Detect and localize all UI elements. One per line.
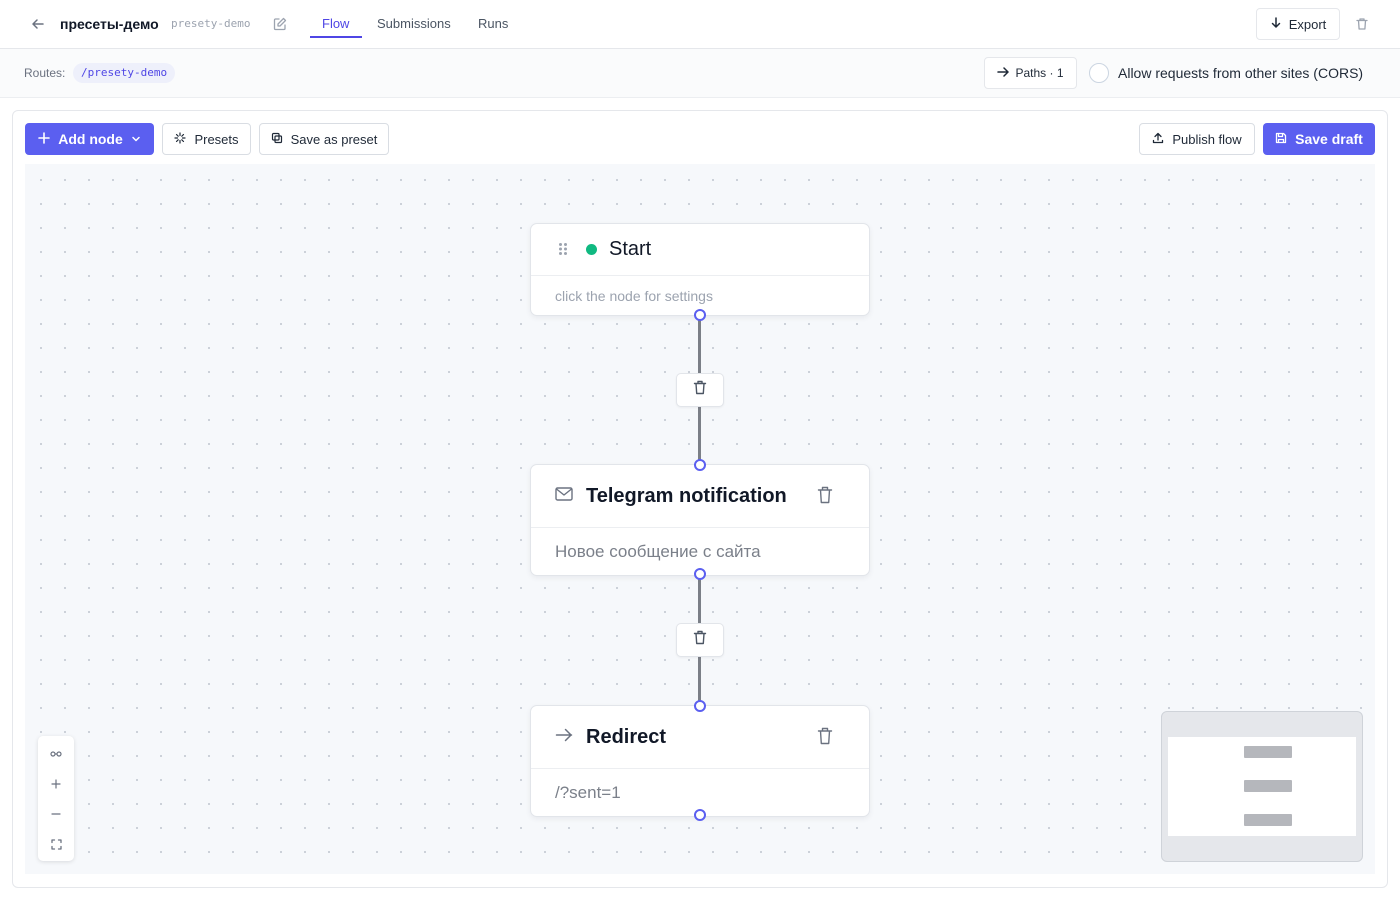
cors-label: Allow requests from other sites (CORS) <box>1118 65 1364 81</box>
canvas-controls <box>38 736 74 861</box>
presets-button[interactable]: Presets <box>162 123 251 155</box>
tab-runs[interactable]: Runs <box>478 16 508 31</box>
node-redirect[interactable]: Redirect /?sent=1 <box>530 705 870 817</box>
delete-edge-button[interactable] <box>676 623 724 657</box>
node-title: Redirect <box>586 726 667 748</box>
mail-icon <box>555 487 573 506</box>
node-subtitle: click the node for settings <box>555 288 713 304</box>
output-handle[interactable] <box>694 809 706 821</box>
trash-icon <box>693 630 707 650</box>
flow-slug: presety-demo <box>171 17 251 30</box>
flow-title: пресеты-демо <box>60 16 159 32</box>
node-title: Telegram notification <box>586 485 787 507</box>
floppy-disk-icon <box>1275 131 1287 147</box>
export-label: Export <box>1288 16 1327 32</box>
paths-button[interactable]: Paths · 1 <box>984 57 1077 89</box>
chevron-down-icon <box>131 131 141 147</box>
minimap-node <box>1244 780 1292 792</box>
node-subtitle: Новое сообщение с сайта <box>555 542 761 561</box>
minimap-viewport <box>1168 737 1356 836</box>
delete-flow-icon[interactable] <box>1352 14 1372 34</box>
cors-checkbox[interactable] <box>1089 63 1109 83</box>
export-button[interactable]: Export <box>1256 8 1340 40</box>
publish-flow-button[interactable]: Publish flow <box>1139 123 1255 155</box>
active-tab-indicator <box>310 36 362 38</box>
trash-icon[interactable] <box>817 486 833 509</box>
routes-label: Routes: <box>24 66 66 80</box>
paths-label: Paths · 1 <box>1015 66 1064 80</box>
trash-icon <box>693 380 707 400</box>
node-telegram-notification[interactable]: Telegram notification Новое сообщение с … <box>530 464 870 576</box>
sparkle-icon <box>174 131 187 147</box>
minimap-node <box>1244 746 1292 758</box>
route-chip[interactable]: /presety-demo <box>73 63 176 83</box>
node-subtitle: /?sent=1 <box>555 783 621 802</box>
edit-icon[interactable] <box>271 15 289 33</box>
minimap-node <box>1244 814 1292 826</box>
output-handle[interactable] <box>694 309 706 321</box>
zoom-out-icon[interactable] <box>38 799 74 829</box>
presets-label: Presets <box>194 131 239 147</box>
arrow-right-icon <box>555 728 573 747</box>
trash-icon[interactable] <box>817 727 833 750</box>
routes-bar: Routes: /presety-demo Paths · 1 Allow re… <box>0 49 1400 98</box>
node-title: Start <box>609 238 652 260</box>
upload-icon <box>1152 132 1164 147</box>
save-draft-button[interactable]: Save draft <box>1263 123 1375 155</box>
add-node-button[interactable]: Add node <box>25 123 154 155</box>
publish-flow-label: Publish flow <box>1172 131 1242 147</box>
delete-edge-button[interactable] <box>676 373 724 407</box>
output-handle[interactable] <box>694 568 706 580</box>
fit-view-icon[interactable] <box>38 739 74 769</box>
tab-submissions[interactable]: Submissions <box>377 16 451 31</box>
top-header: пресеты-демо presety-demo Flow Submissio… <box>0 0 1400 49</box>
zoom-in-icon[interactable] <box>38 769 74 799</box>
save-as-preset-label: Save as preset <box>290 131 378 147</box>
back-arrow-icon[interactable] <box>28 14 48 34</box>
fullscreen-icon[interactable] <box>38 829 74 859</box>
tab-flow[interactable]: Flow <box>322 16 349 31</box>
input-handle[interactable] <box>694 459 706 471</box>
drag-handle-icon[interactable] <box>558 242 568 261</box>
status-dot <box>586 244 597 255</box>
node-start[interactable]: Start click the node for settings <box>530 223 870 316</box>
save-draft-label: Save draft <box>1295 131 1363 147</box>
plus-icon <box>38 131 51 147</box>
copy-icon <box>271 132 283 147</box>
minimap[interactable] <box>1161 711 1363 862</box>
download-arrow-icon <box>1270 16 1282 32</box>
input-handle[interactable] <box>694 700 706 712</box>
save-as-preset-button[interactable]: Save as preset <box>259 123 389 155</box>
add-node-label: Add node <box>58 131 123 147</box>
arrow-right-icon <box>997 66 1010 81</box>
